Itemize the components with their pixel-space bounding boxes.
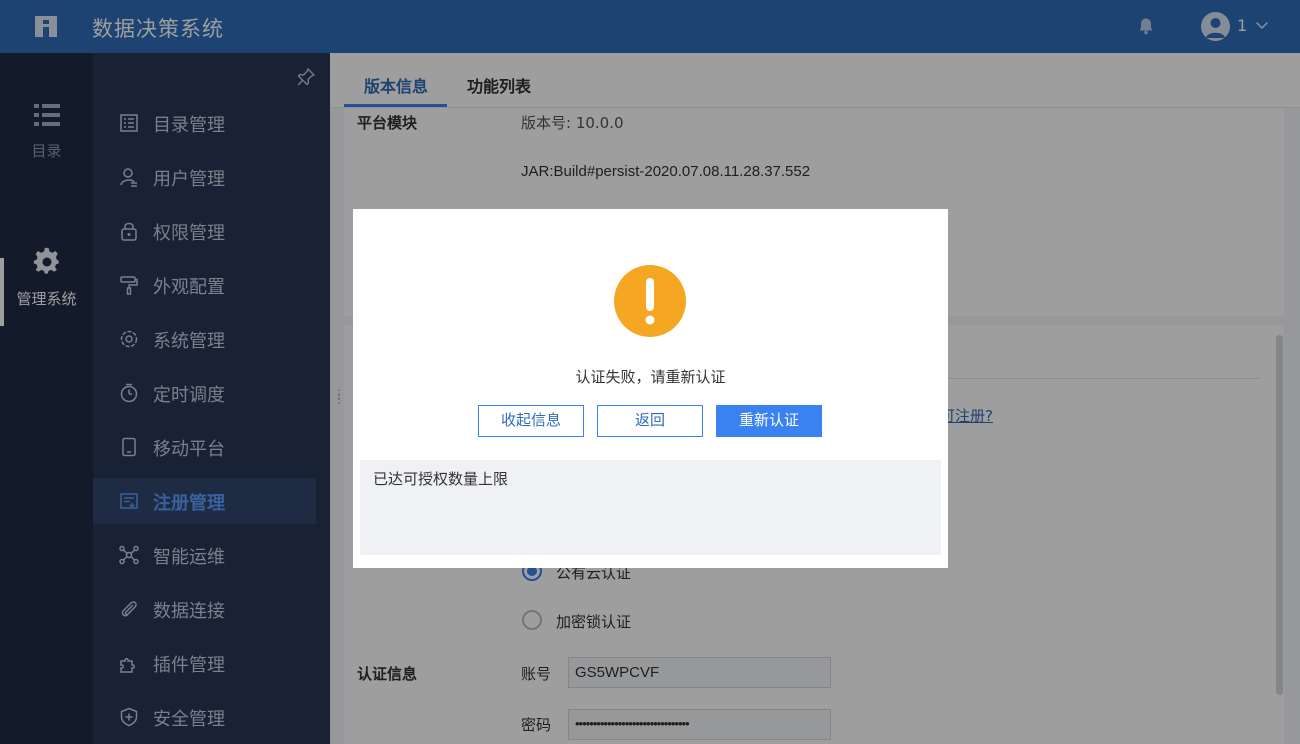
dialog-message: 认证失败，请重新认证 xyxy=(575,368,726,386)
back-button[interactable]: 返回 xyxy=(597,405,703,437)
reauthenticate-button[interactable]: 重新认证 xyxy=(716,405,822,437)
collapse-info-button[interactable]: 收起信息 xyxy=(478,405,584,437)
warning-icon xyxy=(614,265,686,337)
auth-failure-dialog: 认证失败，请重新认证 收起信息 返回 重新认证 已达可授权数量上限 xyxy=(353,209,948,568)
dialog-detail: 已达可授权数量上限 xyxy=(360,460,941,555)
